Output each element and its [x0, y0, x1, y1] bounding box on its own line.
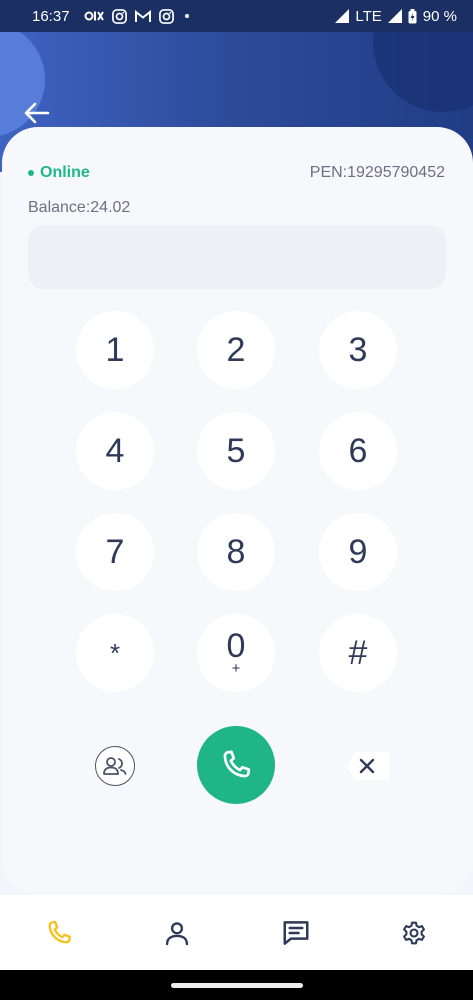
- key-9[interactable]: 9: [319, 513, 397, 591]
- key-2[interactable]: 2: [197, 311, 275, 389]
- key-label: *: [109, 637, 121, 668]
- battery-icon: [408, 8, 417, 23]
- key-3[interactable]: 3: [319, 311, 397, 389]
- tab-dialer[interactable]: [29, 903, 89, 963]
- tab-bar: [0, 895, 473, 970]
- battery-label: 90 %: [422, 7, 457, 25]
- back-button[interactable]: [22, 98, 52, 128]
- tab-contacts[interactable]: [147, 903, 207, 963]
- key-label: 2: [226, 330, 246, 369]
- call-button[interactable]: [197, 726, 275, 804]
- signal-icon: [335, 9, 350, 23]
- key-label: 1: [105, 330, 125, 369]
- key-label: 4: [105, 431, 125, 470]
- key-6[interactable]: 6: [319, 412, 397, 490]
- delete-button[interactable]: [341, 749, 391, 783]
- dot-icon: [184, 14, 189, 18]
- key-8[interactable]: 8: [197, 513, 275, 591]
- contacts-button[interactable]: [95, 746, 135, 786]
- home-gesture-handle[interactable]: [170, 982, 303, 988]
- key-label: 3: [348, 330, 368, 369]
- status-online: Online: [28, 164, 90, 182]
- key-4[interactable]: 4: [76, 412, 154, 490]
- contacts-icon: [103, 757, 127, 775]
- online-dot-icon: [28, 170, 34, 176]
- key-label: 7: [105, 532, 125, 571]
- key-0[interactable]: 0 +: [197, 614, 275, 692]
- status-bar: 16:37 LTE 90 %: [0, 0, 473, 32]
- key-1[interactable]: 1: [76, 311, 154, 389]
- arrow-left-icon: [24, 102, 50, 124]
- header-decoration: [373, 32, 473, 112]
- instagram-icon: [158, 8, 174, 24]
- signal-icon: [387, 9, 402, 23]
- settings-icon: [402, 921, 425, 944]
- instagram-icon: [111, 8, 127, 24]
- phone-icon: [48, 920, 72, 943]
- pen-number: PEN:19295790452: [309, 164, 445, 181]
- status-label: Online: [40, 164, 90, 181]
- backspace-icon: [347, 752, 389, 780]
- key-label: 0: [226, 627, 246, 665]
- key-label: 9: [348, 532, 368, 571]
- network-label: LTE: [355, 7, 382, 25]
- key-7[interactable]: 7: [76, 513, 154, 591]
- key-label: 5: [226, 431, 246, 470]
- phone-number-input[interactable]: [28, 225, 446, 289]
- status-time: 16:37: [32, 7, 70, 25]
- key-hash[interactable]: #: [319, 614, 397, 692]
- notification-icons: [84, 8, 192, 24]
- gmail-icon: [134, 9, 151, 22]
- balance: Balance:24.02: [28, 199, 131, 216]
- key-label: 8: [226, 532, 246, 571]
- key-star[interactable]: *: [76, 614, 154, 692]
- olx-icon: [84, 11, 104, 21]
- tab-messages[interactable]: [266, 903, 326, 963]
- user-icon: [166, 921, 189, 945]
- key-sublabel: +: [231, 660, 241, 677]
- phone-icon: [223, 750, 251, 778]
- key-label: #: [348, 633, 368, 672]
- message-icon: [283, 920, 309, 945]
- tab-settings[interactable]: [384, 903, 444, 963]
- key-label: 6: [348, 431, 368, 470]
- system-nav-bar: [0, 970, 473, 1000]
- key-5[interactable]: 5: [197, 412, 275, 490]
